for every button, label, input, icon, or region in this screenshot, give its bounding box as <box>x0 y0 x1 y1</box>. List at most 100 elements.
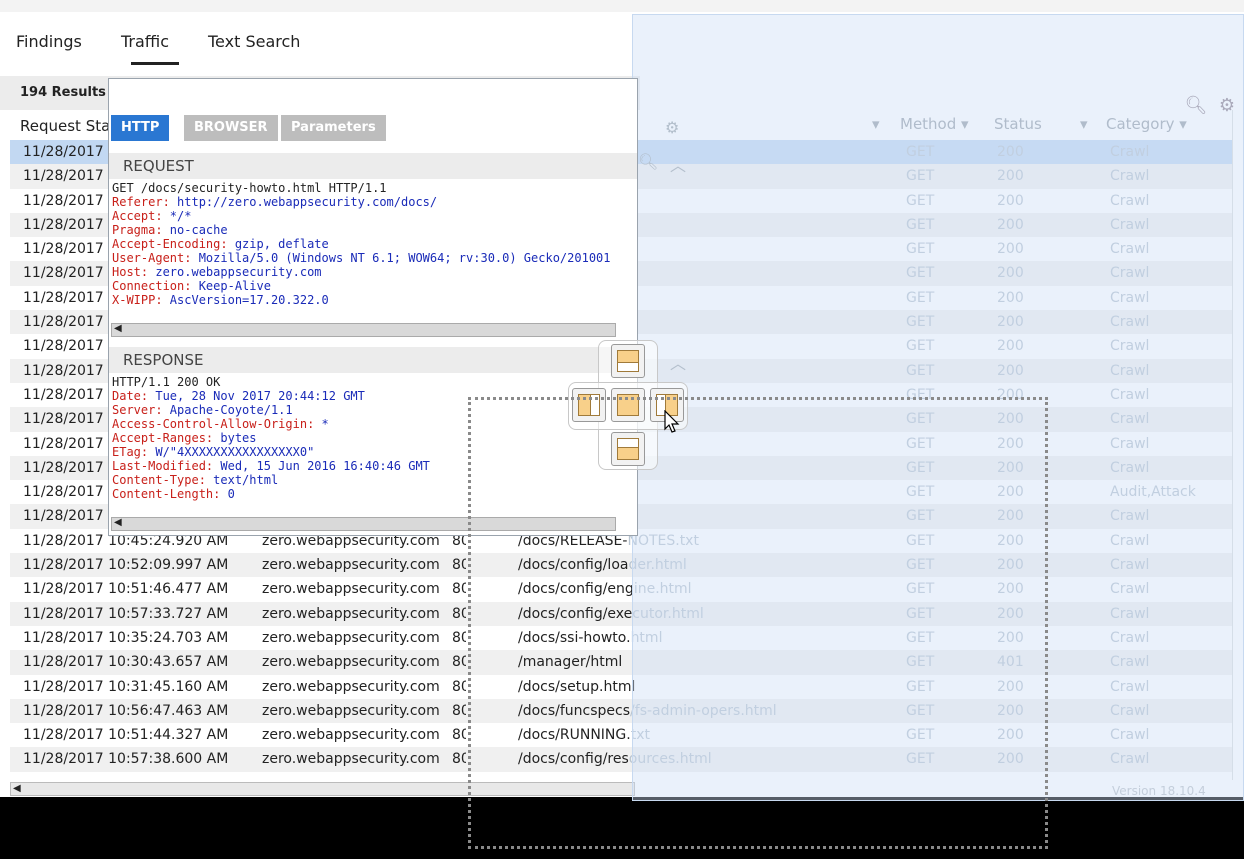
cell-date: 11/28/2017 <box>23 289 104 306</box>
cell-date: 11/28/2017 <box>23 265 104 282</box>
header-line: Server: Apache-Coyote/1.1 <box>112 403 430 417</box>
cell-date: 11/28/2017 10:51:44.327 AM <box>23 727 229 744</box>
column-header-request-start[interactable]: Request Sta <box>20 117 110 135</box>
header-line: Accept: */* <box>112 209 611 223</box>
header-line: Date: Tue, 28 Nov 2017 20:44:12 GMT <box>112 389 430 403</box>
cell-date: 11/28/2017 10:35:24.703 AM <box>23 629 229 646</box>
header-key: Host: <box>112 265 156 279</box>
filter-icon[interactable]: ▾ <box>1080 115 1088 133</box>
cell-port: 80 <box>452 605 466 622</box>
header-line: GET /docs/security-howto.html HTTP/1.1 <box>112 181 611 195</box>
header-key: Accept-Encoding: <box>112 237 235 251</box>
gear-icon[interactable]: ⚙ <box>665 118 679 137</box>
cell-port: 80 <box>452 654 466 671</box>
dock-top-icon[interactable] <box>611 344 645 378</box>
tab-traffic[interactable]: Traffic <box>121 32 180 65</box>
filter-icon[interactable]: ▾ <box>872 115 880 133</box>
search-settings-icons: 🔍︎ ⚙ <box>1185 95 1235 116</box>
header-value: text/html <box>213 473 279 487</box>
cell-host: zero.webappsecurity.com <box>262 654 440 671</box>
cell-date: 11/28/2017 <box>23 435 104 452</box>
header-key: Last-Modified: <box>112 459 221 473</box>
cell-date: 11/28/2017 <box>23 362 104 379</box>
header-line: Host: zero.webappsecurity.com <box>112 265 611 279</box>
header-value: AscVersion=17.20.322.0 <box>169 293 329 307</box>
search-icon[interactable]: 🔍︎ <box>638 152 658 171</box>
header-value: gzip, deflate <box>234 237 329 251</box>
cell-port: 80 <box>452 702 466 719</box>
column-header-category[interactable]: Category ▾ <box>1106 115 1187 133</box>
header-key: GET /docs/security-howto.html HTTP/1.1 <box>112 181 387 195</box>
cell-date: 11/28/2017 10:30:43.657 AM <box>23 654 229 671</box>
cell-date: 11/28/2017 <box>23 411 104 428</box>
header-value: Keep-Alive <box>198 279 271 293</box>
tab-http[interactable]: HTTP <box>111 115 170 141</box>
header-value: zero.webappsecurity.com <box>155 265 322 279</box>
header-value: */* <box>169 209 192 223</box>
cell-date: 11/28/2017 <box>23 338 104 355</box>
header-key: User-Agent: <box>112 251 199 265</box>
cell-date: 11/28/2017 10:51:46.477 AM <box>23 581 229 598</box>
cell-date: 11/28/2017 10:57:38.600 AM <box>23 751 229 768</box>
header-line: Connection: Keep-Alive <box>112 279 611 293</box>
response-text[interactable]: HTTP/1.1 200 OK Date: Tue, 28 Nov 2017 20… <box>112 375 430 515</box>
tab-browser[interactable]: BROWSER <box>184 115 278 141</box>
header-line: Pragma: no-cache <box>112 223 611 237</box>
search-icon[interactable]: 🔍︎ <box>1185 95 1208 116</box>
header-line: HTTP/1.1 200 OK <box>112 375 430 389</box>
window-title-bar[interactable] <box>109 79 637 109</box>
cell-host: zero.webappsecurity.com <box>262 629 440 646</box>
scroll-left-icon[interactable]: ◀ <box>114 323 122 334</box>
scroll-left-icon[interactable]: ◀ <box>114 517 122 528</box>
header-line: Last-Modified: Wed, 15 Jun 2016 16:40:46… <box>112 459 430 473</box>
cell-date: 11/28/2017 <box>23 144 104 160</box>
header-line: User-Agent: Mozilla/5.0 (Windows NT 6.1;… <box>112 251 611 265</box>
chevron-up-icon[interactable]: ︿ <box>670 152 686 176</box>
request-text[interactable]: GET /docs/security-howto.html HTTP/1.1 Re… <box>112 181 611 321</box>
header-line: Referer: http://zero.webappsecurity.com/… <box>112 195 611 209</box>
cell-port: 80 <box>452 557 466 574</box>
cell-date: 11/28/2017 <box>23 386 104 403</box>
cell-host: zero.webappsecurity.com <box>262 605 440 622</box>
cell-date: 11/28/2017 10:52:09.997 AM <box>23 557 229 574</box>
column-header-status[interactable]: Status <box>994 115 1042 133</box>
response-label: RESPONSE <box>123 351 204 369</box>
cell-host: zero.webappsecurity.com <box>262 702 440 719</box>
scroll-left-icon[interactable]: ◀ <box>13 783 21 794</box>
cell-port: 80 <box>452 727 466 744</box>
header-line: Accept-Ranges: bytes <box>112 431 430 445</box>
cell-date: 11/28/2017 <box>23 484 104 501</box>
response-section-header: RESPONSE <box>109 347 637 373</box>
header-value: Mozilla/5.0 (Windows NT 6.1; WOW64; rv:3… <box>198 251 611 265</box>
header-key: Pragma: <box>112 223 170 237</box>
mouse-cursor-icon <box>664 410 680 433</box>
cell-port: 80 <box>452 629 466 646</box>
header-value: no-cache <box>169 223 228 237</box>
cell-date: 11/28/2017 <box>23 314 104 331</box>
tab-text-search[interactable]: Text Search <box>208 32 300 51</box>
header-key: ETag: <box>112 445 156 459</box>
cell-date: 11/28/2017 <box>23 508 104 525</box>
header-key: Connection: <box>112 279 199 293</box>
header-key: Access-Control-Allow-Origin: <box>112 417 322 431</box>
vertical-scrollbar[interactable] <box>1232 110 1244 780</box>
header-line: Access-Control-Allow-Origin: * <box>112 417 430 431</box>
header-key: HTTP/1.1 200 OK <box>112 375 221 389</box>
cell-date: 11/28/2017 10:31:45.160 AM <box>23 678 229 695</box>
cell-date: 11/28/2017 <box>23 192 104 209</box>
cell-date: 11/28/2017 <box>23 459 104 476</box>
cell-port: 80 <box>452 751 466 768</box>
header-value: * <box>321 417 329 431</box>
tab-parameters[interactable]: Parameters <box>281 115 386 141</box>
version-label: Version 18.10.4 <box>1112 784 1206 798</box>
request-horizontal-scrollbar[interactable]: ◀ <box>111 323 616 337</box>
cell-date: 11/28/2017 10:57:33.727 AM <box>23 605 229 622</box>
header-line: ETag: W/"4XXXXXXXXXXXXXXXX0" <box>112 445 430 459</box>
cell-date: 11/28/2017 <box>23 241 104 258</box>
cell-host: zero.webappsecurity.com <box>262 678 440 695</box>
header-key: Accept-Ranges: <box>112 431 221 445</box>
header-line: Content-Length: 0 <box>112 487 430 501</box>
tab-findings[interactable]: Findings <box>16 32 82 51</box>
column-header-method[interactable]: Method ▾ <box>900 115 969 133</box>
cell-date: 11/28/2017 <box>23 216 104 233</box>
